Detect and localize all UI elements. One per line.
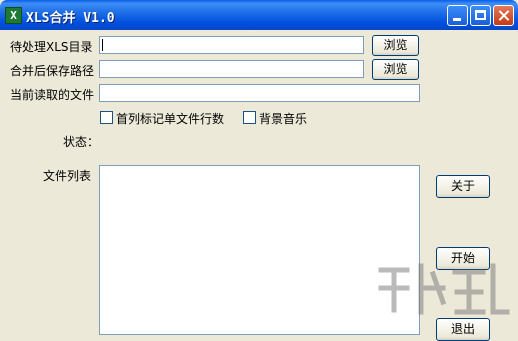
minimize-button[interactable] (447, 5, 468, 26)
maximize-button[interactable] (470, 5, 491, 26)
file-list-box[interactable] (99, 165, 420, 335)
close-button[interactable] (493, 5, 514, 26)
source-dir-input[interactable] (99, 36, 364, 54)
file-list-label: 文件列表 (43, 169, 92, 183)
first-col-checkbox-label[interactable]: 首列标记单文件行数 (116, 110, 224, 127)
about-button[interactable]: 关于 (436, 175, 490, 198)
browse-source-button[interactable]: 浏览 (372, 35, 419, 56)
window-title: XLS合并 V1.0 (26, 11, 115, 26)
current-file-label: 当前读取的文件 (10, 88, 95, 102)
first-col-checkbox[interactable] (100, 111, 113, 124)
background-music-label[interactable]: 背景音乐 (259, 110, 307, 127)
current-file-field[interactable] (99, 84, 420, 102)
text-cursor (102, 39, 103, 51)
source-dir-label: 待处理XLS目录 (10, 40, 93, 54)
excel-icon: X (5, 7, 22, 24)
watermark-logo (378, 263, 510, 315)
exit-button[interactable]: 退出 (436, 318, 490, 341)
background-music-checkbox[interactable] (243, 111, 256, 124)
status-label: 状态： (63, 135, 100, 149)
save-path-label: 合并后保存路径 (10, 64, 95, 78)
save-path-input[interactable] (99, 60, 364, 78)
browse-save-button[interactable]: 浏览 (372, 59, 419, 80)
title-bar[interactable]: X XLS合并 V1.0 (0, 0, 518, 30)
